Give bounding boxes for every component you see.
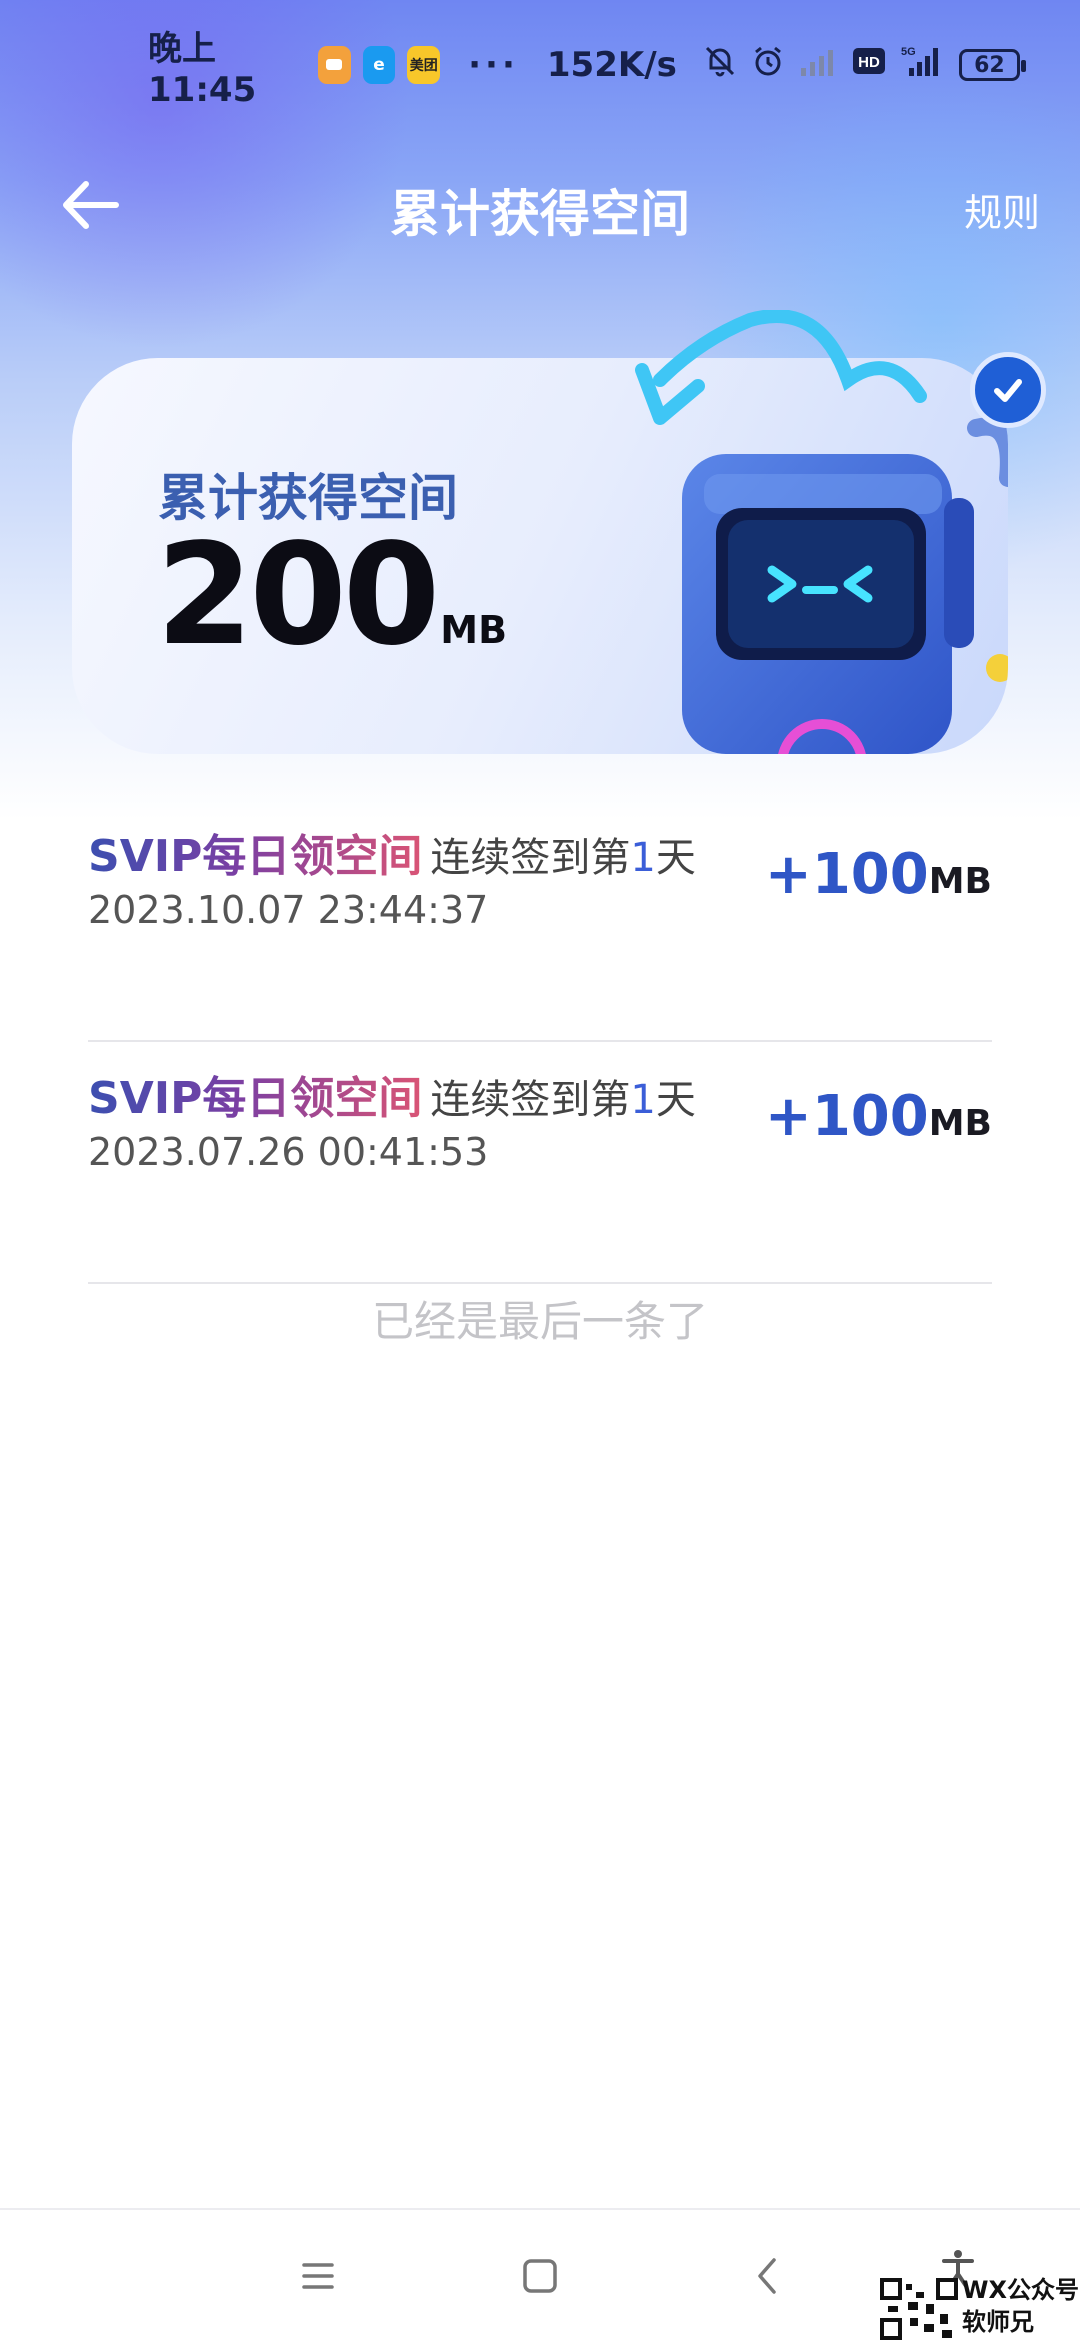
record-amount-unit: MB [928, 1103, 992, 1144]
chat-app-icon [317, 46, 351, 84]
check-badge-icon [970, 352, 1046, 428]
record-day: 1 [630, 835, 656, 881]
record-title: SVIP每日领空间 连续签到第1天 [88, 1062, 696, 1126]
record-date: 2023.07.26 00:41:53 [88, 1130, 489, 1174]
total-space-unit: MB [440, 608, 508, 652]
network-speed: 152K/s [546, 45, 677, 85]
record-day: 1 [630, 1077, 656, 1123]
record-desc: 连续签到第1天 [430, 1077, 695, 1123]
qr-code-icon [880, 2278, 958, 2340]
list-item: SVIP每日领空间 连续签到第1天 2023.10.07 23:44:37 +10… [88, 800, 992, 1042]
record-tag: SVIP每日领空间 [88, 1073, 423, 1124]
battery-indicator: 62 [958, 49, 1027, 81]
watermark: WX公众号 软师兄 [880, 2272, 1080, 2340]
alarm-icon [751, 44, 785, 87]
record-amount: +100MB [765, 1084, 992, 1149]
watermark-text: WX公众号 软师兄 [962, 2274, 1079, 2338]
eleme-app-icon: e [362, 46, 396, 84]
hd-icon: HD [852, 45, 885, 85]
record-desc-suffix: 天 [655, 835, 696, 881]
record-desc-prefix: 连续签到第 [430, 835, 631, 881]
menu-button[interactable] [290, 2248, 346, 2304]
record-amount-value: +100 [764, 842, 929, 907]
home-square-icon [523, 2259, 557, 2293]
meituan-app-icon: 美团 [407, 46, 441, 84]
home-button[interactable] [512, 2248, 568, 2304]
svg-text:HD: HD [858, 54, 880, 71]
record-title: SVIP每日领空间 连续签到第1天 [88, 820, 696, 884]
menu-icon [302, 2263, 334, 2289]
page: 晚上11:45 e 美团 ··· 152K/s HD 5G 62 累计获得空间 … [0, 0, 1080, 2340]
record-tag: SVIP每日领空间 [88, 831, 423, 882]
space-records-list: SVIP每日领空间 连续签到第1天 2023.10.07 23:44:37 +10… [88, 800, 992, 1284]
more-notifications-icon: ··· [468, 45, 519, 85]
curved-arrow-icon [635, 310, 927, 425]
chevron-left-icon [758, 2258, 776, 2294]
end-of-list-note: 已经是最后一条了 [371, 1297, 708, 1346]
list-item: SVIP每日领空间 连续签到第1天 2023.07.26 00:41:53 +10… [88, 1042, 992, 1284]
record-amount-unit: MB [928, 861, 992, 902]
record-desc: 连续签到第1天 [430, 835, 695, 881]
app-header: 累计获得空间 规则 [0, 150, 1080, 260]
system-back-button[interactable] [740, 2248, 796, 2304]
signal-weak-icon [799, 44, 839, 87]
watermark-line2: 软师兄 [962, 2308, 1034, 2336]
rules-link[interactable]: 规则 [964, 182, 1040, 237]
record-desc-suffix: 天 [655, 1077, 696, 1123]
status-time: 晚上11:45 [148, 28, 257, 110]
page-title: 累计获得空间 [390, 185, 690, 243]
record-desc-prefix: 连续签到第 [430, 1077, 631, 1123]
record-date: 2023.10.07 23:44:37 [88, 888, 489, 932]
svg-text:5G: 5G [901, 46, 916, 58]
total-space-value: 200 [156, 514, 440, 677]
mute-bell-icon [703, 44, 737, 87]
record-amount: +100MB [765, 842, 992, 907]
signal-5g-icon: 5G [899, 44, 945, 87]
status-bar: 晚上11:45 e 美团 ··· 152K/s HD 5G 62 [0, 0, 1080, 130]
total-space-amount: 200 MB [156, 526, 507, 666]
record-amount-value: +100 [764, 1084, 929, 1149]
watermark-line1: WX公众号 [962, 2276, 1079, 2304]
